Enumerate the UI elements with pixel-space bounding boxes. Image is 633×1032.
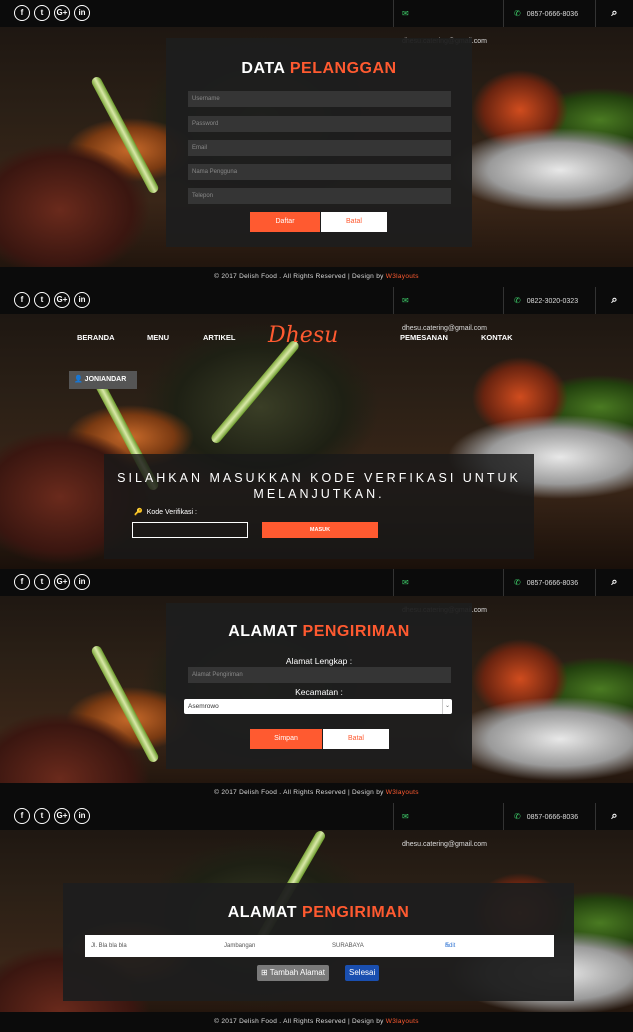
registration-card: DATA PELANGGAN Username Password Email N… — [166, 38, 472, 247]
twitter-icon[interactable]: t — [34, 5, 50, 21]
top-bar: f t G+ in ✉dhesu.catering@gmail.com ✆ 082… — [0, 287, 633, 332]
footer-link[interactable]: W3layouts — [386, 789, 419, 796]
google-plus-icon[interactable]: G+ — [54, 292, 70, 308]
contact-phone[interactable]: ✆ 0857-0666-8036 — [503, 0, 591, 27]
search-icon[interactable]: ⌕ — [595, 0, 633, 27]
cancel-button[interactable]: Batal — [321, 212, 387, 232]
address-form-card: ALAMAT PENGIRIMAN Alamat Lengkap : Alama… — [166, 603, 472, 769]
add-address-button[interactable]: ⊞ Tambah Alamat — [257, 965, 329, 981]
linkedin-icon[interactable]: in — [74, 808, 90, 824]
fullname-input[interactable]: Nama Pengguna — [188, 164, 451, 180]
nav-menu[interactable]: MENU — [147, 333, 169, 342]
plus-icon: ⊞ — [261, 968, 268, 977]
register-button[interactable]: Daftar — [250, 212, 320, 232]
top-bar: f t G+ in ✉dhesu.catering@gmail.com ✆085… — [0, 0, 633, 45]
done-button[interactable]: Selesai — [345, 965, 380, 981]
top-bar: f t G+ in ✉dhesu.catering@gmail.com ✆085… — [0, 569, 633, 614]
envelope-icon: ✉ — [402, 812, 409, 821]
panel-data-pelanggan: f t G+ in ✉dhesu.catering@gmail.com ✆085… — [0, 0, 633, 287]
code-label: 🔑 Kode Verifikasi : — [134, 509, 197, 516]
key-icon: 🔑 — [134, 509, 143, 516]
phone-icon: ✆ — [514, 578, 521, 587]
contact-email[interactable]: ✉dhesu.catering@gmail.com — [393, 569, 499, 614]
verification-message: SILAHKAN MASUKKAN KODE VERFIKASI UNTUK M… — [117, 471, 521, 501]
facebook-icon[interactable]: f — [14, 574, 30, 590]
search-icon[interactable]: ⌕ — [595, 569, 633, 596]
phone-icon: ✆ — [514, 812, 521, 821]
verification-box: SILAHKAN MASUKKAN KODE VERFIKASI UNTUK M… — [104, 454, 534, 559]
page-title: ALAMAT PENGIRIMAN — [228, 623, 410, 640]
save-button[interactable]: Simpan — [250, 729, 322, 749]
phone-icon: ✆ — [514, 9, 521, 18]
contact-phone[interactable]: ✆ 0857-0666-8036 — [503, 569, 591, 596]
verification-code-input[interactable] — [132, 522, 248, 538]
search-icon[interactable]: ⌕ — [595, 287, 633, 314]
nav-beranda[interactable]: BERANDA — [77, 333, 115, 342]
facebook-icon[interactable]: f — [14, 5, 30, 21]
phone-icon: ✆ — [514, 296, 521, 305]
google-plus-icon[interactable]: G+ — [54, 808, 70, 824]
linkedin-icon[interactable]: in — [74, 292, 90, 308]
address-input[interactable]: Alamat Pengiriman — [188, 667, 451, 683]
linkedin-icon[interactable]: in — [74, 574, 90, 590]
footer: © 2017 Delish Food . All Rights Reserved… — [0, 783, 633, 803]
envelope-icon: ✉ — [402, 296, 409, 305]
linkedin-icon[interactable]: in — [74, 5, 90, 21]
address-street: Jl. Bla bla bla — [91, 943, 127, 949]
panel-verifikasi: f t G+ in ✉dhesu.catering@gmail.com ✆ 082… — [0, 287, 633, 569]
panel-alamat-list: f t G+ in ✉dhesu.catering@gmail.com ✆ 085… — [0, 803, 633, 1032]
page-title: DATA PELANGGAN — [241, 60, 397, 77]
panel-alamat-form: f t G+ in ✉dhesu.catering@gmail.com ✆085… — [0, 569, 633, 803]
envelope-icon: ✉ — [402, 9, 409, 18]
contact-phone[interactable]: ✆ 0857-0666-8036 — [503, 803, 591, 830]
username-input[interactable]: Username — [188, 91, 451, 107]
district-select[interactable]: Asemrowo ⌄ — [184, 699, 452, 714]
login-button[interactable]: MASUK — [262, 522, 378, 538]
page-title: ALAMAT PENGIRIMAN — [227, 904, 410, 921]
twitter-icon[interactable]: t — [34, 292, 50, 308]
table-row: Jl. Bla bla bla Jambangan SURABAYA ✎ Edi… — [85, 935, 554, 957]
contact-email[interactable]: ✉dhesu.catering@gmail.com — [393, 287, 499, 332]
nav-pemesanan[interactable]: PEMESANAN — [400, 333, 448, 342]
email-input[interactable]: Email — [188, 140, 451, 156]
phone-input[interactable]: Telepon — [188, 188, 451, 204]
search-icon[interactable]: ⌕ — [595, 803, 633, 830]
facebook-icon[interactable]: f — [14, 292, 30, 308]
nav-kontak[interactable]: KONTAK — [481, 333, 513, 342]
footer: © 2017 Delish Food . All Rights Reserved… — [0, 267, 633, 287]
footer: © 2017 Delish Food . All Rights Reserved… — [0, 1012, 633, 1032]
district-label: Kecamatan : — [295, 687, 343, 697]
facebook-icon[interactable]: f — [14, 808, 30, 824]
top-bar: f t G+ in ✉dhesu.catering@gmail.com ✆085… — [0, 803, 633, 848]
contact-email[interactable]: ✉dhesu.catering@gmail.com — [393, 803, 499, 848]
address-district: Jambangan — [224, 943, 256, 949]
contact-email[interactable]: ✉dhesu.catering@gmail.com — [393, 0, 499, 45]
address-list-card: ALAMAT PENGIRIMAN Jl. Bla bla bla Jamban… — [63, 883, 574, 1001]
password-input[interactable]: Password — [188, 116, 451, 132]
chevron-down-icon: ⌄ — [442, 699, 452, 714]
cancel-button[interactable]: Batal — [323, 729, 389, 749]
twitter-icon[interactable]: t — [34, 808, 50, 824]
address-city: SURABAYA — [332, 943, 364, 949]
address-label: Alamat Lengkap : — [285, 656, 353, 666]
user-button[interactable]: 👤 JONIANDAR — [69, 371, 137, 389]
twitter-icon[interactable]: t — [34, 574, 50, 590]
google-plus-icon[interactable]: G+ — [54, 574, 70, 590]
footer-link[interactable]: W3layouts — [386, 1018, 419, 1025]
envelope-icon: ✉ — [402, 578, 409, 587]
nav-artikel[interactable]: ARTIKEL — [203, 333, 236, 342]
user-icon: 👤 — [74, 376, 83, 383]
logo[interactable]: Dhesu — [268, 323, 338, 348]
contact-phone[interactable]: ✆ 0822-3020-0323 — [503, 287, 591, 314]
google-plus-icon[interactable]: G+ — [54, 5, 70, 21]
footer-link[interactable]: W3layouts — [386, 273, 419, 280]
